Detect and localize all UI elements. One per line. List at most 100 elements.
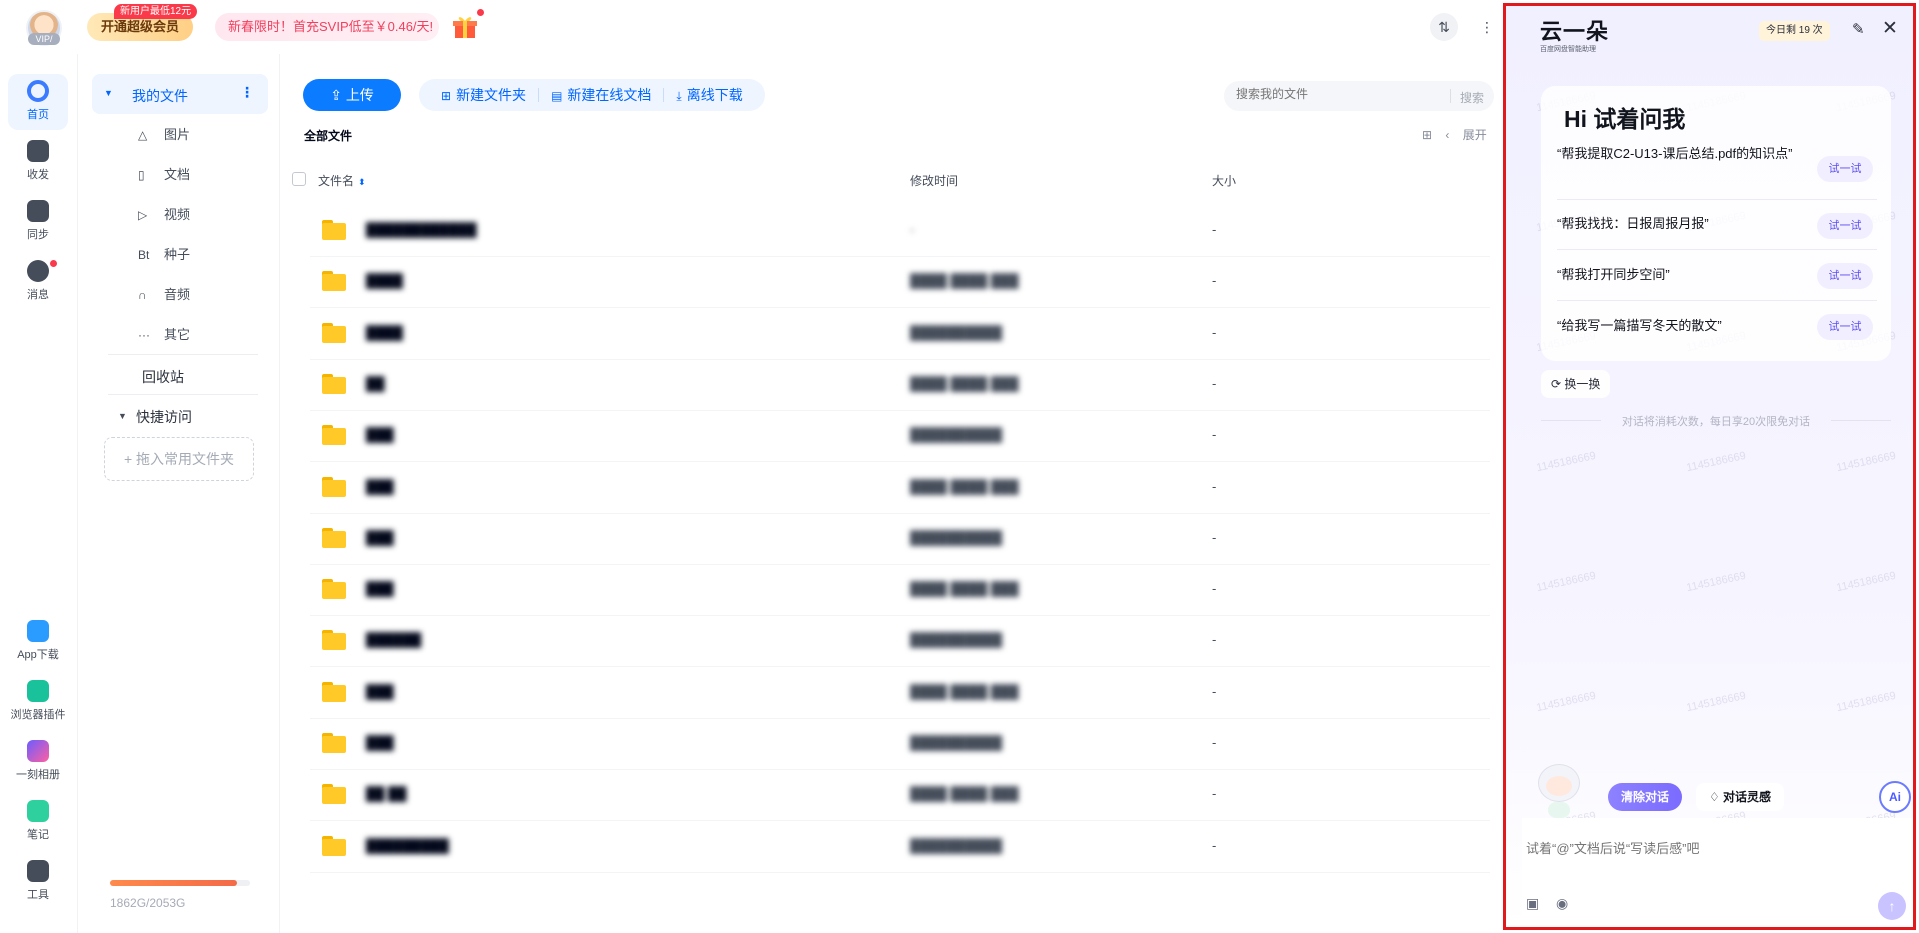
offline-download-button[interactable]: ⤓ 离线下载 <box>664 85 754 105</box>
file-name[interactable]: ████ <box>366 273 403 288</box>
tree-item-my-files[interactable]: ▼ 我的文件 ⋮ <box>92 74 268 114</box>
file-size: - <box>1212 375 1217 391</box>
folder-icon <box>322 630 346 651</box>
file-name[interactable]: ███ <box>366 427 394 442</box>
file-size: - <box>1212 478 1217 494</box>
grid-view-icon[interactable]: ⊞ <box>1422 128 1432 142</box>
file-name[interactable]: █████████ <box>366 838 449 853</box>
file-name[interactable]: ███ <box>366 479 394 494</box>
breadcrumb[interactable]: 全部文件 <box>304 127 352 144</box>
file-row[interactable]: ███ ████ ████ ███ - <box>310 463 1490 514</box>
select-all-checkbox[interactable] <box>292 172 306 186</box>
file-name[interactable]: ████ <box>366 325 403 340</box>
file-row[interactable]: ████ ████ ████ ███ - <box>310 257 1490 309</box>
rail-item-app-download[interactable]: App下载 <box>8 614 68 670</box>
gift-notification-dot <box>477 9 484 16</box>
rail-item-album[interactable]: 一刻相册 <box>8 734 68 790</box>
send-button[interactable]: ↑ <box>1878 892 1906 920</box>
upload-icon: ⇪ <box>330 87 346 103</box>
download-icon: ⤓ <box>676 89 682 103</box>
file-modified-time: ██████████ <box>910 837 1003 853</box>
tree-item-documents[interactable]: ▯ 文档 <box>138 160 190 190</box>
voice-input-icon[interactable]: ◉ <box>1556 895 1576 915</box>
file-row[interactable]: ████ ██████████ - <box>310 309 1490 360</box>
column-header-modified[interactable]: 修改时间 <box>910 172 958 189</box>
search-button[interactable]: 搜索 <box>1460 89 1484 106</box>
file-row[interactable]: ████████████ - - <box>310 206 1490 257</box>
search-separator <box>1450 89 1451 103</box>
expand-button[interactable]: 展开 <box>1463 128 1487 142</box>
try-button[interactable]: 试一试 <box>1817 156 1873 182</box>
rail-item-tools[interactable]: 工具 <box>8 854 68 910</box>
chat-inspiration-button[interactable]: ♢ 对话灵感 <box>1696 783 1784 811</box>
column-header-size[interactable]: 大小 <box>1212 172 1236 189</box>
tree-item-quick-access[interactable]: 快捷访问 <box>136 407 192 427</box>
tree-item-videos[interactable]: ▷ 视频 <box>138 200 190 230</box>
file-row[interactable]: ██████ ██████████ - <box>310 616 1490 668</box>
suggestion-item[interactable]: “帮我找找：日报周报月报” 试一试 <box>1557 200 1877 250</box>
suggestion-item[interactable]: “帮我提取C2-U13-课后总结.pdf的知识点” 试一试 <box>1557 142 1877 200</box>
file-name[interactable]: ███ <box>366 530 394 545</box>
file-row[interactable]: ███ ████ ████ ███ - <box>310 668 1490 719</box>
rail-label: 浏览器插件 <box>10 709 66 721</box>
try-button[interactable]: 试一试 <box>1817 213 1873 239</box>
file-name[interactable]: ██████ <box>366 632 421 647</box>
new-chat-icon[interactable]: ✎ <box>1852 20 1865 38</box>
file-row[interactable]: ██ ████ ████ ███ - <box>310 360 1490 411</box>
try-button[interactable]: 试一试 <box>1817 314 1873 340</box>
more-vertical-icon[interactable]: ⋮ <box>240 84 254 101</box>
file-name[interactable]: ██ ██ <box>366 786 406 801</box>
transfer-icon[interactable]: ⇅ <box>1430 13 1458 41</box>
image-upload-icon[interactable]: ▣ <box>1526 895 1546 915</box>
rail-item-share[interactable]: 收发 <box>8 134 68 190</box>
new-online-doc-button[interactable]: ▤ 新建在线文档 <box>539 85 663 105</box>
headphones-icon: ∩ <box>138 288 147 302</box>
suggestion-item[interactable]: “帮我打开同步空间” 试一试 <box>1557 250 1877 301</box>
gift-icon[interactable] <box>452 14 478 40</box>
column-header-name[interactable]: 文件名 ⬍ <box>318 172 366 189</box>
file-row[interactable]: ██ ██ ████ ████ ███ - <box>310 770 1490 822</box>
promo-banner[interactable]: 新春限时！首充SVIP低至￥0.46/天! <box>215 13 439 41</box>
tree-item-other[interactable]: ··· 其它 <box>138 320 190 350</box>
file-row[interactable]: ███ ██████████ - <box>310 514 1490 565</box>
file-row[interactable]: ███ ████ ████ ███ - <box>310 565 1490 617</box>
usage-note: 对话将消耗次数，每日享20次限免对话 <box>1541 413 1891 429</box>
file-name[interactable]: ███ <box>366 581 394 596</box>
file-row[interactable]: ███ ██████████ - <box>310 411 1490 463</box>
home-icon <box>27 80 49 102</box>
rail-item-messages[interactable]: 消息 <box>8 254 68 310</box>
torrent-icon: Bt <box>138 248 150 262</box>
ai-mode-button[interactable]: Ai <box>1879 781 1911 813</box>
close-icon[interactable]: ✕ <box>1882 17 1898 40</box>
search-input[interactable] <box>1236 87 1436 101</box>
tree-item-images[interactable]: △ 图片 <box>138 120 190 150</box>
tree-item-torrents[interactable]: Bt 种子 <box>138 240 190 270</box>
try-button[interactable]: 试一试 <box>1817 263 1873 289</box>
file-row[interactable]: ███ ██████████ - <box>310 719 1490 770</box>
file-name[interactable]: ████████████ <box>366 222 477 237</box>
upload-button[interactable]: ⇪ 上传 <box>303 79 401 111</box>
refresh-suggestions-button[interactable]: ⟳ 换一换 <box>1541 370 1611 398</box>
file-row[interactable]: █████████ ██████████ - <box>310 822 1490 873</box>
sort-icon[interactable]: ⬍ <box>358 177 366 187</box>
file-name[interactable]: ███ <box>366 684 394 699</box>
quick-access-drop-zone[interactable]: + 拖入常用文件夹 <box>104 437 254 481</box>
new-folder-button[interactable]: ⊞ 新建文件夹 <box>429 85 538 105</box>
rail-item-home[interactable]: 首页 <box>8 74 68 130</box>
tree-item-recycle-bin[interactable]: 回收站 <box>142 367 184 387</box>
file-name[interactable]: ██ <box>366 376 384 391</box>
tree-item-audio[interactable]: ∩ 音频 <box>138 280 190 310</box>
suggestion-card: Hi 试着问我 “帮我提取C2-U13-课后总结.pdf的知识点” 试一试 “帮… <box>1541 86 1891 361</box>
rail-item-notes[interactable]: 笔记 <box>8 794 68 850</box>
folder-icon <box>322 681 346 702</box>
rail-item-sync[interactable]: 同步 <box>8 194 68 250</box>
rail-item-browser-plugin[interactable]: 浏览器插件 <box>8 674 68 730</box>
clear-chat-button[interactable]: 清除对话 <box>1608 783 1682 811</box>
video-icon: ▷ <box>138 208 148 222</box>
suggestion-item[interactable]: “给我写一篇描写冬天的散文” 试一试 <box>1557 301 1877 352</box>
chevron-left-icon[interactable]: ‹ <box>1445 128 1449 142</box>
chat-input-area: ▣ ◉ ↑ <box>1522 818 1913 927</box>
more-menu-icon[interactable]: ⋮ <box>1473 13 1501 41</box>
file-name[interactable]: ███ <box>366 735 394 750</box>
chat-input[interactable] <box>1526 838 1896 862</box>
